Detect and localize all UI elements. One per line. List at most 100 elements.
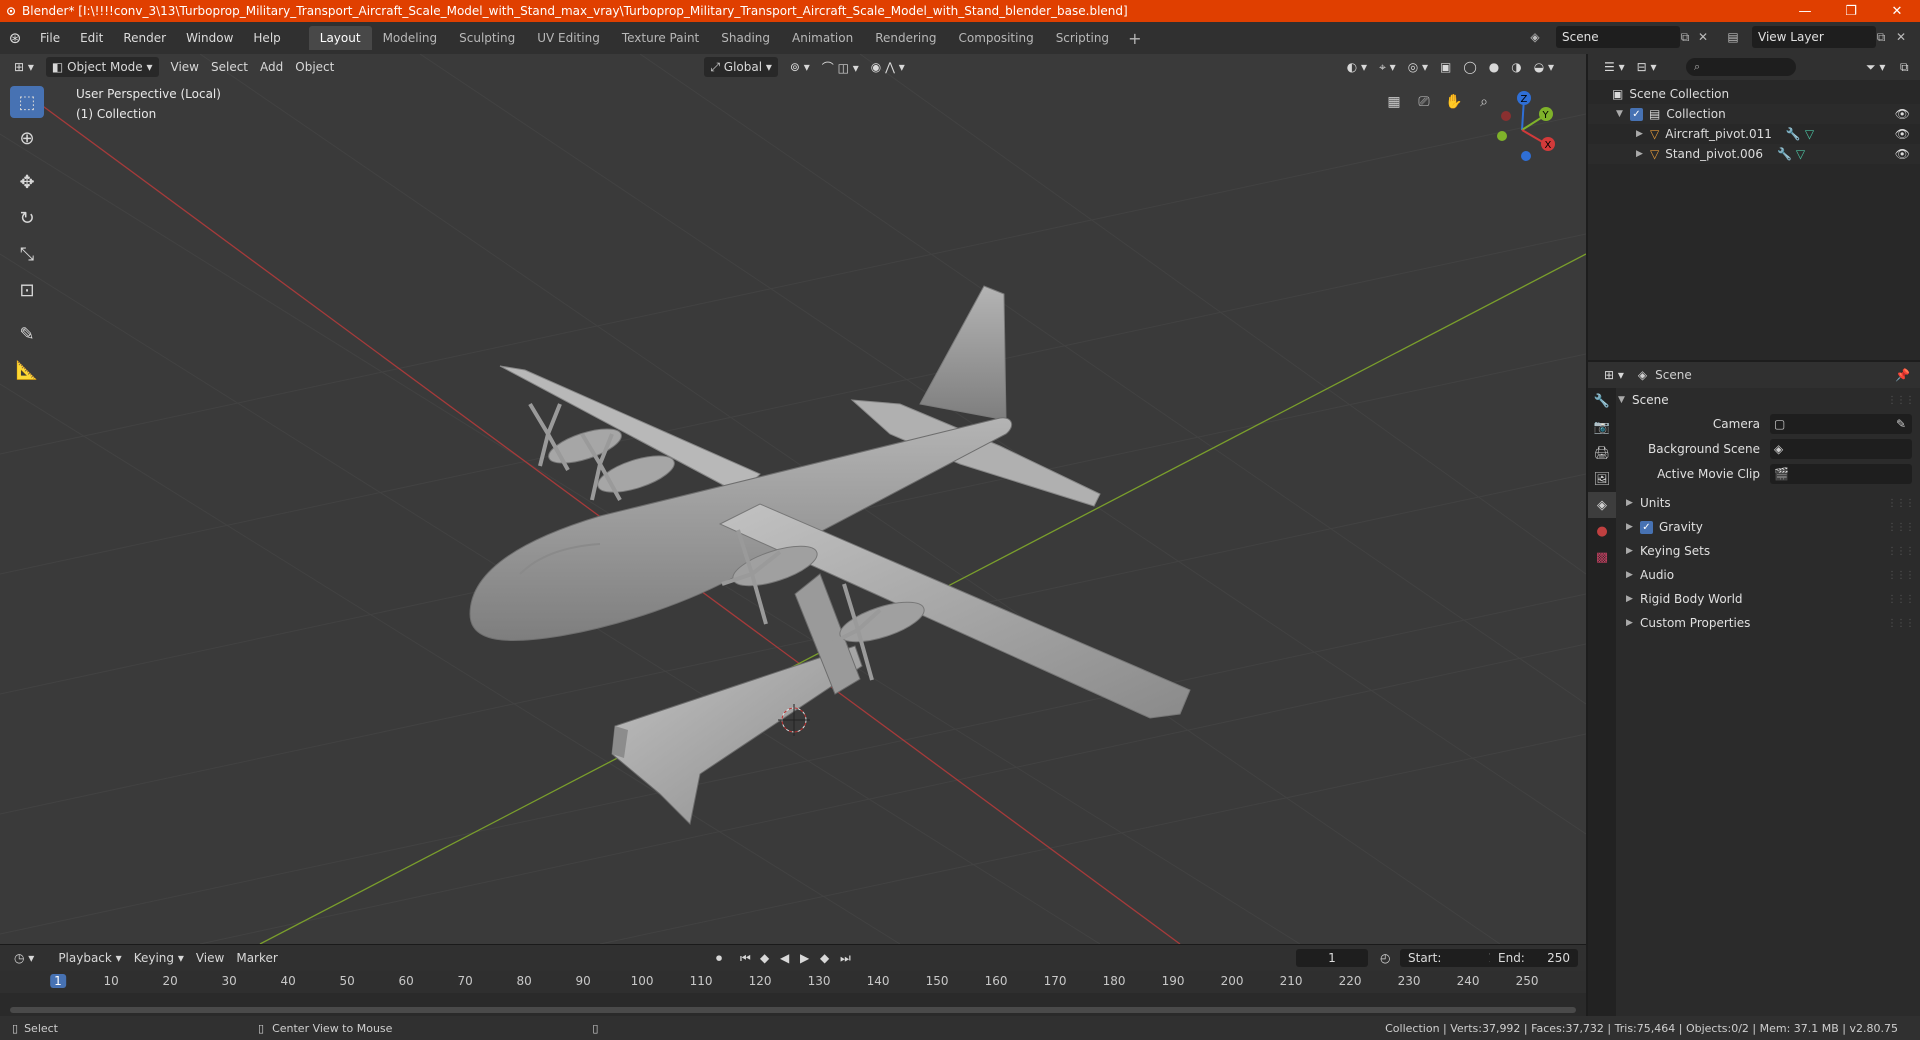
scene-selector[interactable]: Scene [1556,26,1680,48]
transform-tool-icon[interactable]: ⊡ [10,274,44,306]
pan-hand-icon[interactable]: ✋ [1440,88,1468,116]
tab-layout[interactable]: Layout [308,26,372,50]
close-button[interactable]: ✕ [1874,4,1920,19]
custom-properties-panel-header[interactable]: ▶ Custom Properties ⋮⋮⋮ [1618,611,1920,635]
transform-orientation-dropdown[interactable]: ⤢ Global ▾ [704,57,778,77]
world-tab-icon[interactable]: ● [1588,518,1616,544]
pin-icon[interactable]: 📌 [1895,368,1910,382]
xray-toggle-icon[interactable]: ▣ [1434,57,1457,77]
shading-solid-icon[interactable]: ● [1483,57,1505,77]
expand-arrow-icon[interactable]: ▶ [1636,149,1650,159]
timeline-menu-view[interactable]: View [190,948,230,968]
move-tool-icon[interactable]: ✥ [10,166,44,198]
rotate-tool-icon[interactable]: ↻ [10,202,44,234]
tab-compositing[interactable]: Compositing [947,26,1044,50]
render-tab-icon[interactable]: 📷 [1588,414,1616,440]
play-icon[interactable]: ▶ [794,948,815,968]
jump-keyframe-back-icon[interactable]: ◆ [754,948,775,968]
end-frame-field[interactable]: End: 250 [1490,949,1578,967]
texture-tab-icon[interactable]: ▩ [1588,544,1616,570]
new-collection-icon[interactable]: ⧉ [1894,57,1915,77]
navigation-gizmo[interactable]: Z Y X [1484,86,1564,166]
audio-panel-header[interactable]: ▶ Audio ⋮⋮⋮ [1618,563,1920,587]
modifier-wrench-icon[interactable]: 🔧 [1786,127,1801,141]
camera-field[interactable]: ▢ ✎ [1770,414,1912,434]
properties-editor-type-icon[interactable]: ⊞ ▾ [1598,365,1630,385]
menu-render[interactable]: Render [113,22,176,54]
mode-dropdown[interactable]: ◧ Object Mode ▾ [45,57,159,77]
eyedropper-icon[interactable]: ✎ [1896,417,1906,431]
menu-select[interactable]: Select [205,57,254,77]
object-visibility-icon[interactable]: ◐ ▾ [1341,57,1373,77]
panel-grip-icon[interactable]: ⋮⋮⋮ [1887,498,1915,509]
shading-rendered-icon[interactable]: ◒ ▾ [1528,57,1560,77]
collection-visibility-eye-icon[interactable]: 👁 [1895,107,1910,121]
active-movie-clip-field[interactable]: 🎬 [1770,464,1912,484]
outliner-row-collection[interactable]: ▼ ✓ ▤ Collection 👁 [1588,104,1920,124]
3d-viewport[interactable]: ⊞ ▾ ◧ Object Mode ▾ View Select Add Obje… [0,54,1586,944]
aircraft-visibility-eye-icon[interactable]: 👁 [1895,127,1910,141]
select-box-tool-icon[interactable]: ⬚ [10,86,44,118]
tab-modeling[interactable]: Modeling [372,26,449,50]
current-frame-field[interactable]: 1 [1296,949,1368,967]
jump-end-icon[interactable]: ⏭ [834,948,857,968]
menu-view[interactable]: View [165,57,205,77]
modifier-wrench-icon[interactable]: 🔧 [1777,147,1792,161]
panel-grip-icon[interactable]: ⋮⋮⋮ [1887,546,1915,557]
stand-visibility-eye-icon[interactable]: 👁 [1895,147,1910,161]
tab-rendering[interactable]: Rendering [864,26,947,50]
scene-panel-header[interactable]: ▼ Scene ⋮⋮⋮ [1618,388,1920,412]
outliner-row-aircraft[interactable]: ▶ ▽ Aircraft_pivot.011 🔧 ▽ 👁 [1588,124,1920,144]
timeline-menu-playback[interactable]: Playback ▾ [52,948,127,968]
timeline-editor-type-icon[interactable]: ◷ ▾ [8,948,40,968]
collection-exclude-checkbox[interactable]: ✓ [1630,107,1643,121]
maximize-button[interactable]: ❐ [1828,4,1874,19]
outliner-row-stand[interactable]: ▶ ▽ Stand_pivot.006 🔧 ▽ 👁 [1588,144,1920,164]
gravity-panel-header[interactable]: ▶ ✓ Gravity ⋮⋮⋮ [1618,515,1920,539]
measure-tool-icon[interactable]: 📐 [10,354,44,386]
add-workspace-button[interactable]: + [1120,26,1149,50]
menu-window[interactable]: Window [176,22,243,54]
scene-browse-icon[interactable]: ◈ [1524,26,1546,48]
play-reverse-icon[interactable]: ◀ [774,948,795,968]
display-mode-icon[interactable]: ⊟ ▾ [1631,57,1663,77]
remove-view-layer-icon[interactable]: ✕ [1890,26,1912,48]
mesh-data-icon[interactable]: ▽ [1805,127,1814,141]
start-frame-field[interactable]: Start:1 [1400,949,1504,967]
timeline-current-frame-marker[interactable]: 1 [50,974,66,988]
expand-arrow-icon[interactable]: ▶ [1636,129,1650,139]
tab-scripting[interactable]: Scripting [1045,26,1120,50]
mesh-data-icon[interactable]: ▽ [1796,147,1805,161]
gizmo-toggle-icon[interactable]: ⌖ ▾ [1373,57,1402,77]
camera-icon[interactable]: ⎚ [1410,88,1438,116]
scale-tool-icon[interactable]: ⤡ [10,238,44,270]
editor-type-icon[interactable]: ⊞ ▾ [8,57,40,77]
remove-scene-icon[interactable]: ✕ [1692,26,1714,48]
snap-icon[interactable]: ⌒ ◫ ▾ [816,57,865,77]
panel-grip-icon[interactable]: ⋮⋮⋮ [1887,570,1915,581]
tab-animation[interactable]: Animation [781,26,864,50]
menu-edit[interactable]: Edit [70,22,113,54]
pivot-point-icon[interactable]: ⊚ ▾ [784,57,816,77]
tab-shading[interactable]: Shading [710,26,781,50]
new-view-layer-icon[interactable]: ⧉ [1870,26,1892,48]
tab-sculpting[interactable]: Sculpting [448,26,526,50]
shading-material-icon[interactable]: ◑ [1505,57,1527,77]
menu-file[interactable]: File [30,22,70,54]
outliner-editor-type-icon[interactable]: ☰ ▾ [1598,57,1631,77]
tool-tab-icon[interactable]: 🔧 [1588,388,1616,414]
record-icon[interactable]: ⏺ [710,948,728,968]
menu-object[interactable]: Object [289,57,340,77]
background-scene-field[interactable]: ◈ [1770,439,1912,459]
menu-help[interactable]: Help [243,22,290,54]
panel-grip-icon[interactable]: ⋮⋮⋮ [1887,618,1915,629]
output-tab-icon[interactable]: 🖨 [1588,440,1616,466]
panel-grip-icon[interactable]: ⋮⋮⋮ [1887,522,1915,533]
view-layer-browse-icon[interactable]: ▤ [1722,26,1744,48]
filter-icon[interactable]: ⏷ ▾ [1860,57,1891,77]
minimize-button[interactable]: — [1782,4,1828,19]
gravity-checkbox[interactable]: ✓ [1640,520,1653,534]
view-layer-tab-icon[interactable]: 🖼 [1588,466,1616,492]
view-layer-selector[interactable]: View Layer [1752,26,1876,48]
timeline-menu-keying[interactable]: Keying ▾ [128,948,190,968]
